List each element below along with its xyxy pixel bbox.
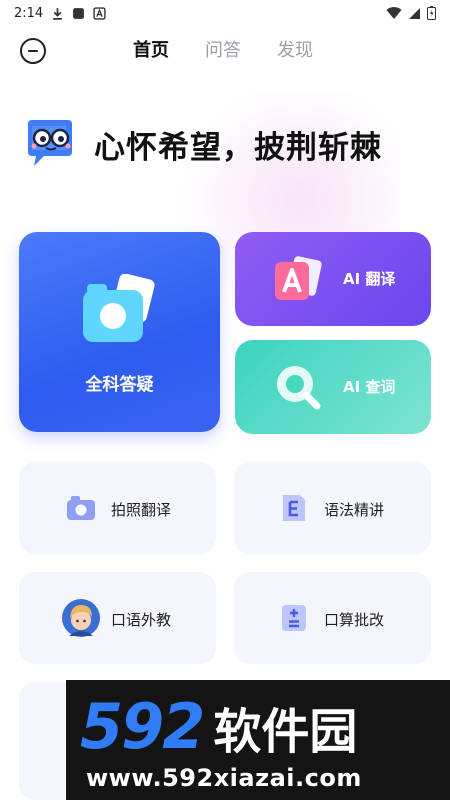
a-badge-icon: [93, 6, 106, 20]
battery-icon: [427, 6, 436, 20]
wifi-icon: [386, 6, 402, 19]
square-icon: [73, 7, 85, 19]
oral-tutor-card[interactable]: 口语外教: [19, 572, 216, 664]
grammar-label: 语法精讲: [324, 501, 385, 519]
all-subjects-label: 全科答疑: [85, 375, 154, 395]
ai-translate-icon: [275, 256, 322, 300]
ai-lookup-label: AI 查词: [343, 378, 396, 396]
plus-minus-icon: [282, 605, 306, 631]
slogan-text: 心怀希望，披荆斩棘: [94, 129, 382, 166]
watermark-brand: 软件园: [213, 704, 358, 760]
all-subjects-card[interactable]: 全科答疑: [19, 232, 220, 432]
photo-translate-card[interactable]: 拍照翻译: [19, 462, 216, 554]
tab-home[interactable]: 首页: [133, 36, 169, 62]
mental-math-label: 口算批改: [324, 611, 385, 629]
watermark-number: 592: [80, 690, 205, 763]
magnifier-icon: [277, 366, 321, 410]
camera-icon: [67, 496, 95, 520]
grammar-e-icon: [283, 495, 305, 521]
mascot-chat-bubble-icon: [28, 120, 72, 166]
tab-qa[interactable]: 问答: [205, 36, 241, 62]
tab-bar: 首页 问答 发现: [133, 36, 313, 62]
status-bar: 2:14: [0, 0, 450, 26]
mental-math-card[interactable]: 口算批改: [234, 572, 431, 664]
ai-translate-card[interactable]: AI 翻译: [235, 232, 431, 326]
tutor-avatar-icon: [62, 599, 100, 637]
tab-discover[interactable]: 发现: [277, 36, 313, 62]
top-nav: 首页 问答 发现: [0, 30, 450, 70]
oral-tutor-label: 口语外教: [111, 611, 172, 629]
signal-icon: [409, 7, 420, 19]
ai-lookup-card[interactable]: AI 查词: [235, 340, 431, 434]
watermark-logo: 592 软件园 www.592xiazai.com: [66, 680, 450, 800]
status-time: 2:14: [14, 5, 44, 21]
camera-icon: [83, 274, 155, 342]
watermark-url: www.592xiazai.com: [86, 764, 362, 792]
menu-button[interactable]: [20, 38, 46, 64]
grammar-card[interactable]: 语法精讲: [234, 462, 431, 554]
hero-banner: 心怀希望，披荆斩棘: [22, 118, 382, 170]
download-icon: [53, 7, 63, 20]
photo-translate-label: 拍照翻译: [111, 501, 172, 519]
minus-icon: [28, 50, 38, 52]
ai-translate-label: AI 翻译: [343, 270, 396, 288]
